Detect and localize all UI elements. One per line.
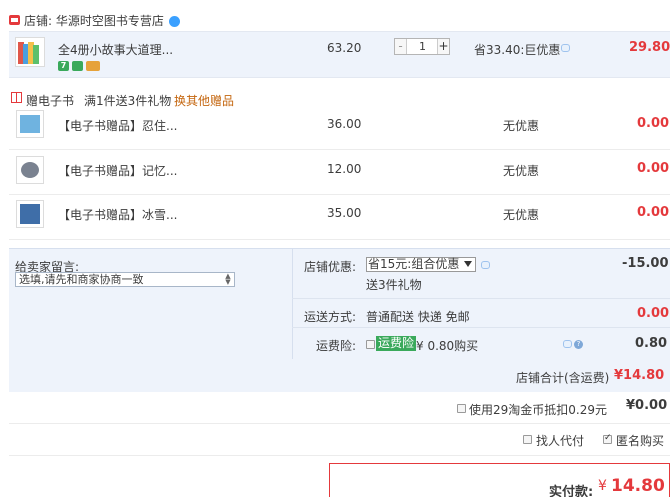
item-discount: 省33.40:巨优惠 <box>474 43 561 57</box>
gift-thumbnail[interactable] <box>16 200 44 228</box>
section-divider <box>9 423 670 424</box>
gift-price: 35.00 <box>327 206 362 220</box>
gift-title[interactable]: 【电子书赠品】记忆... <box>58 162 177 179</box>
shop-discount-note: 送3件礼物 <box>366 278 422 292</box>
panel-divider <box>292 327 670 328</box>
anonymous-label: 匿名购买 <box>616 434 665 448</box>
discount-info-icon[interactable] <box>481 261 490 269</box>
payment-amount: 14.80 <box>611 476 665 496</box>
gift-subtotal: 0.00 <box>637 161 670 176</box>
decrease-button[interactable]: - <box>395 39 407 54</box>
gift-discount: 无优惠 <box>503 164 540 178</box>
insurance-checkbox[interactable] <box>366 340 375 349</box>
proxy-pay-label: 找人代付 <box>536 434 585 448</box>
taojinbi-label: 使用29淘金币抵扣0.29元 <box>469 403 607 417</box>
shop-total-amount: ¥14.80 <box>614 368 665 383</box>
gift-price: 12.00 <box>327 162 362 176</box>
insurance-label: 运费险: <box>316 339 357 353</box>
insurance-amount: 0.80 <box>635 336 668 351</box>
section-divider <box>9 455 670 456</box>
item-subtotal: 29.80 <box>629 40 670 55</box>
shipping-method: 普通配送 快递 免邮 <box>366 310 470 324</box>
help-icon[interactable]: ? <box>574 340 583 349</box>
seller-message-input[interactable]: 选填,请先和商家协商一致 <box>15 272 235 287</box>
shop-discount-label: 店铺优惠: <box>304 260 357 274</box>
wangwang-icon[interactable] <box>169 16 180 27</box>
insurance-tag: 运费险 <box>376 336 417 351</box>
insurance-chat-icon[interactable] <box>563 340 572 348</box>
gift-thumbnail[interactable] <box>16 110 44 138</box>
shop-discount-select[interactable]: 省15元:组合优惠 <box>366 257 476 272</box>
shipping-label: 运送方式: <box>304 310 357 324</box>
gift-discount: 无优惠 <box>503 208 540 222</box>
discount-info-icon[interactable] <box>561 44 570 52</box>
credit-card-icon <box>86 61 100 71</box>
gift-subtotal: 0.00 <box>637 205 670 220</box>
taojinbi-amount: ¥0.00 <box>626 398 668 413</box>
payment-currency: ¥ <box>598 478 607 494</box>
gift-price: 36.00 <box>327 117 362 131</box>
input-resize-icon[interactable]: ▲ ▼ <box>222 273 234 286</box>
gift-icon <box>11 92 22 103</box>
product-title[interactable]: 全4册小故事大道理... <box>58 41 173 58</box>
taojinbi-checkbox[interactable] <box>457 404 466 413</box>
proxy-pay-checkbox[interactable] <box>523 435 532 444</box>
increase-button[interactable]: + <box>437 39 449 54</box>
product-thumbnail[interactable] <box>15 37 45 67</box>
seven-day-return-icon: 7 <box>58 61 69 71</box>
gift-title[interactable]: 【电子书赠品】冰雪... <box>58 206 177 223</box>
shop-name[interactable]: 店铺: 华源时空图书专营店 <box>24 12 164 29</box>
unit-price: 63.20 <box>327 41 362 55</box>
quantity-stepper: - 1 + <box>394 38 450 55</box>
shop-total-label: 店铺合计(含运费) <box>516 371 610 385</box>
payment-label: 实付款: <box>549 485 594 497</box>
shop-discount-selected: 省15元:组合优惠 <box>368 257 460 271</box>
guarantee-icon <box>72 61 83 71</box>
chevron-down-icon <box>464 261 472 267</box>
quantity-value[interactable]: 1 <box>408 39 437 54</box>
insurance-desc: ¥ 0.80购买 <box>416 339 479 353</box>
gift-title[interactable]: 【电子书赠品】忍住... <box>58 117 177 134</box>
gift-thumbnail[interactable] <box>16 156 44 184</box>
anonymous-checkbox[interactable] <box>603 433 612 444</box>
gift-discount: 无优惠 <box>503 119 540 133</box>
panel-divider <box>292 298 670 299</box>
gift-subtotal: 0.00 <box>637 116 670 131</box>
shipping-amount: 0.00 <box>637 306 670 321</box>
shop-icon <box>9 15 20 25</box>
shop-discount-amount: -15.00 <box>622 256 669 271</box>
